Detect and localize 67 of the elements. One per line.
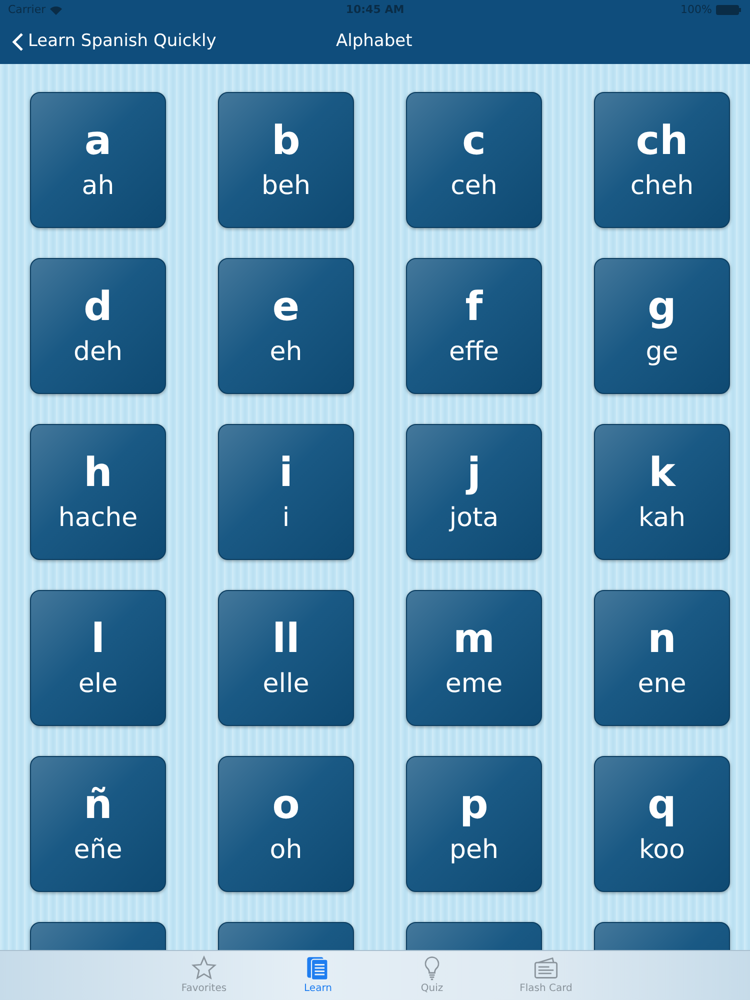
- letter-tile[interactable]: j jota: [406, 424, 542, 560]
- letter-tile[interactable]: ñ eñe: [30, 756, 166, 892]
- letter-name: cheh: [630, 170, 694, 203]
- letter-tile[interactable]: n ene: [594, 590, 730, 726]
- letter-name: koo: [639, 834, 685, 867]
- letter-name: hache: [58, 502, 138, 535]
- letter-name: i: [282, 502, 290, 535]
- letter: ñ: [84, 781, 112, 829]
- letter-tile[interactable]: e eh: [218, 258, 354, 394]
- back-button[interactable]: Learn Spanish Quickly: [12, 29, 216, 55]
- letter-name: eme: [445, 668, 503, 701]
- letter-tile[interactable]: ch cheh: [594, 92, 730, 228]
- letter-tile[interactable]: d deh: [30, 258, 166, 394]
- letter-name: beh: [262, 170, 310, 203]
- letter-name: peh: [450, 834, 498, 867]
- letter: h: [84, 449, 112, 497]
- letter: c: [462, 117, 486, 165]
- letter: n: [648, 615, 676, 663]
- letter-tile[interactable]: i i: [218, 424, 354, 560]
- letter-tile[interactable]: f effe: [406, 258, 542, 394]
- letter: f: [465, 283, 483, 331]
- letter-tile[interactable]: l ele: [30, 590, 166, 726]
- letter-name: ah: [82, 170, 114, 203]
- letter-name: ge: [646, 336, 678, 369]
- letter-tile[interactable]: k kah: [594, 424, 730, 560]
- letter: ch: [636, 117, 688, 165]
- letter-name: eh: [270, 336, 302, 369]
- card-icon: [533, 955, 559, 981]
- letter-tile[interactable]: a ah: [30, 92, 166, 228]
- letter: q: [648, 781, 676, 829]
- letter-tile[interactable]: m eme: [406, 590, 542, 726]
- letter-name: ele: [78, 668, 118, 701]
- star-icon: [191, 955, 217, 981]
- letter-name: effe: [449, 336, 499, 369]
- letter: g: [648, 283, 676, 331]
- letter-name: eñe: [74, 834, 122, 867]
- letter-name: elle: [262, 668, 310, 701]
- letter-name: deh: [74, 336, 122, 369]
- letter: k: [648, 449, 676, 497]
- letter: o: [272, 781, 300, 829]
- wifi-icon: [50, 6, 62, 14]
- letter: l: [91, 615, 105, 663]
- letter: m: [453, 615, 495, 663]
- nav-title: Alphabet: [336, 30, 412, 54]
- letter-tile[interactable]: g ge: [594, 258, 730, 394]
- letter-tile[interactable]: b beh: [218, 92, 354, 228]
- letter-tile[interactable]: o oh: [218, 756, 354, 892]
- letter: d: [84, 283, 112, 331]
- letter: i: [279, 449, 293, 497]
- letter: b: [272, 117, 300, 165]
- letter: j: [467, 449, 481, 497]
- letter: p: [460, 781, 488, 829]
- letter-name: ene: [638, 668, 686, 701]
- letter: a: [84, 117, 112, 165]
- letter-tile[interactable]: p peh: [406, 756, 542, 892]
- battery-icon: [716, 5, 742, 15]
- letter-tile[interactable]: h hache: [30, 424, 166, 560]
- letter-name: oh: [270, 834, 302, 867]
- letter: e: [272, 283, 300, 331]
- letter-tile[interactable]: q koo: [594, 756, 730, 892]
- letter-name: ceh: [450, 170, 498, 203]
- letter-name: jota: [449, 502, 499, 535]
- letter-tile[interactable]: ll elle: [218, 590, 354, 726]
- letter: ll: [272, 615, 300, 663]
- letter-name: kah: [638, 502, 686, 535]
- letter-tile[interactable]: c ceh: [406, 92, 542, 228]
- back-chevron-icon: [12, 32, 24, 52]
